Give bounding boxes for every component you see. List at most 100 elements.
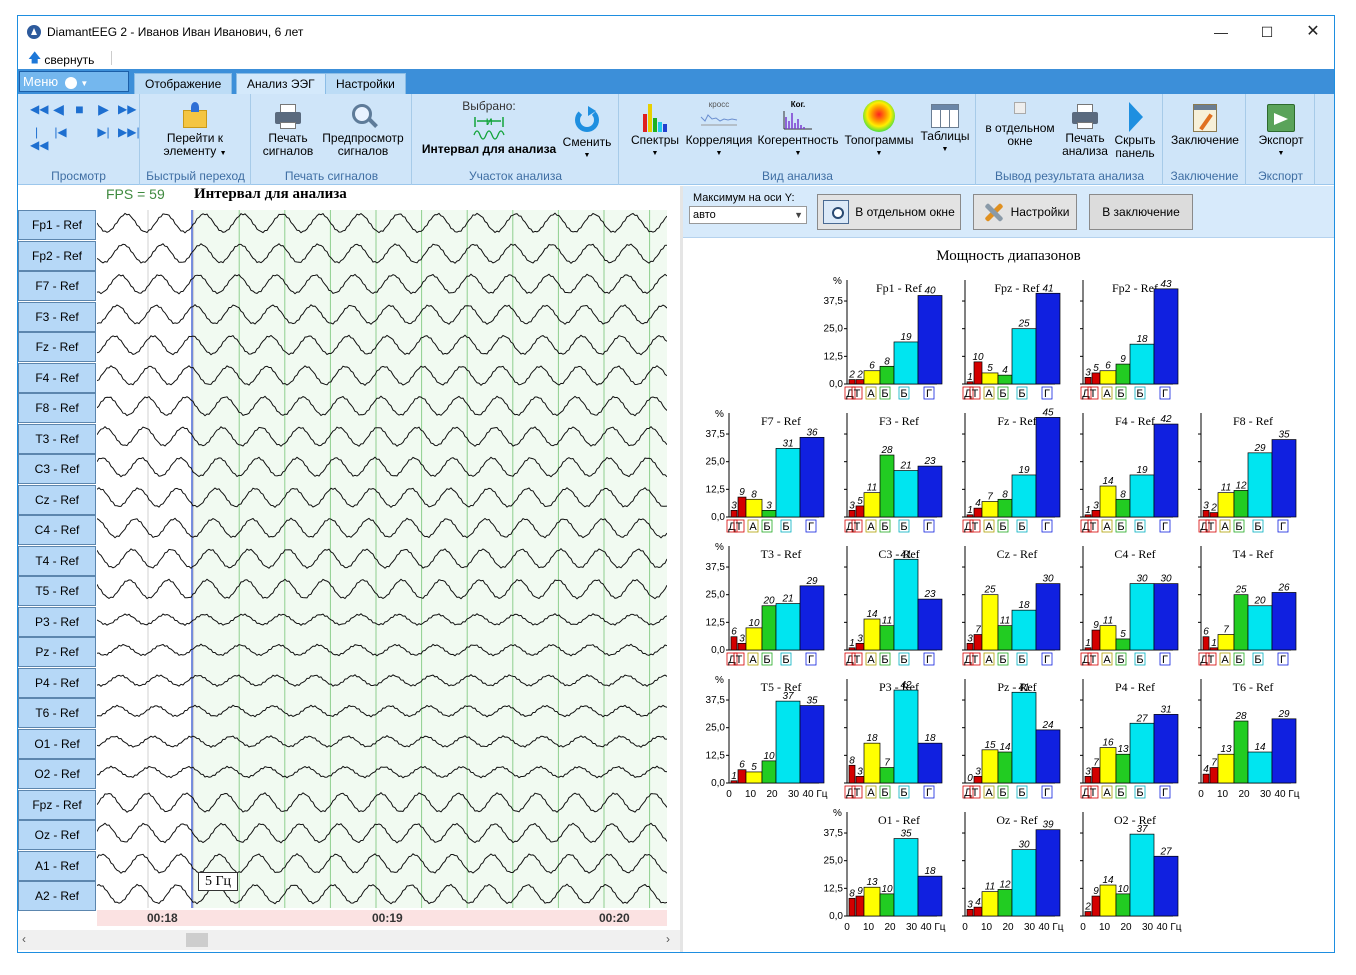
chevron-down-icon: ▼ [219, 150, 227, 157]
channel-label[interactable]: F7 - Ref [18, 271, 96, 301]
band-label: Б [881, 388, 888, 400]
band-label: Г [926, 521, 932, 533]
bar-value-label: 6 [1105, 361, 1111, 372]
group-jump: Перейти к элементу ▼ Быстрый переход [141, 94, 251, 185]
bar [893, 838, 919, 917]
bar-value-label: 6 [731, 627, 737, 638]
channel-label[interactable]: P4 - Ref [18, 667, 96, 698]
band-label: А [1103, 654, 1111, 666]
channel-label[interactable]: T3 - Ref [18, 423, 96, 454]
play-icon[interactable]: ▶ [97, 102, 110, 116]
channel-label[interactable]: F8 - Ref [18, 393, 96, 423]
bar-value-label: 8 [849, 755, 855, 766]
correlation-button[interactable]: кросс Корреляция ▼ [684, 100, 754, 160]
maximize-button[interactable]: ☐ [1244, 20, 1290, 44]
hide-panel-button[interactable]: Скрыть панель [1109, 102, 1161, 160]
print-preview-label-2: сигналов [337, 144, 389, 158]
tab-eeg-analysis[interactable]: Анализ ЭЭГ [236, 73, 326, 94]
band-label: А [867, 654, 875, 666]
bar [1129, 833, 1155, 917]
x-tick-label: 40 Гц [802, 789, 827, 800]
channel-label[interactable]: T5 - Ref [18, 576, 96, 606]
channel-label[interactable]: O1 - Ref [18, 728, 96, 759]
bar-value-label: 41 [1018, 682, 1029, 693]
tab-settings[interactable]: Настройки [325, 73, 406, 94]
print-signals-button[interactable]: Печать сигналов [258, 104, 318, 158]
channel-label[interactable]: A2 - Ref [18, 881, 96, 911]
bar [879, 893, 895, 917]
scroll-left-icon[interactable]: ‹ [22, 932, 26, 946]
channel-label[interactable]: C3 - Ref [18, 454, 96, 484]
tables-button[interactable]: Таблицы ▼ [916, 104, 974, 156]
chart-title: T4 - Ref [1233, 547, 1274, 561]
chart-title: Fpz - Ref [994, 281, 1039, 295]
horizontal-scrollbar[interactable]: ‹ › [18, 930, 680, 950]
band-label: А [985, 787, 993, 799]
chart-title: Fp1 - Ref [876, 281, 922, 295]
minimize-button[interactable]: — [1198, 20, 1244, 44]
channel-label[interactable]: T6 - Ref [18, 698, 96, 728]
close-button[interactable]: ✕ [1290, 20, 1334, 44]
band-label: Б [1018, 654, 1025, 666]
coherence-button[interactable]: Ког. Когерентность ▼ [756, 100, 840, 160]
menu-button[interactable]: Меню ▼ [19, 71, 129, 92]
scrollbar-thumb[interactable] [186, 933, 208, 947]
go-end-icon[interactable]: ▶▶| [118, 126, 140, 139]
change-segment-button[interactable]: Сменить ▼ [559, 106, 615, 162]
x-tick-label: 20 [1002, 922, 1014, 933]
bar [879, 767, 895, 784]
print-preview-button[interactable]: Предпросмотр сигналов [318, 104, 408, 158]
band-label: Б [1136, 388, 1143, 400]
separate-window-toggle[interactable]: в отдельном окне [981, 102, 1059, 148]
bar-value-label: 45 [1042, 407, 1054, 418]
stop-icon[interactable]: ■ [73, 102, 86, 116]
forward-fast-icon[interactable]: ▶▶ [118, 103, 136, 116]
channel-label[interactable]: T4 - Ref [18, 545, 96, 576]
channel-label[interactable]: P3 - Ref [18, 606, 96, 637]
correlation-icon-text: кросс [708, 100, 730, 109]
play-back-icon[interactable]: ◀ [52, 102, 65, 116]
bar-value-label: 30 [1136, 574, 1148, 585]
channel-label[interactable]: Fp1 - Ref [18, 210, 96, 240]
scroll-right-icon[interactable]: › [666, 932, 670, 946]
band-label: Т [1090, 521, 1097, 533]
y-unit-label: % [833, 276, 842, 287]
print-analysis-button[interactable]: Печать анализа [1061, 104, 1109, 158]
eeg-signal-area[interactable] [96, 186, 668, 908]
spectra-button[interactable]: Спектры ▼ [626, 102, 684, 160]
checkbox-icon[interactable] [1014, 102, 1026, 114]
channel-label[interactable]: F3 - Ref [18, 301, 96, 332]
hide-panel-label-2: панель [1115, 146, 1155, 160]
bar [737, 769, 747, 784]
conclusion-button[interactable]: Заключение [1166, 104, 1244, 147]
topograms-button[interactable]: Топограммы ▼ [842, 100, 916, 160]
go-start-icon[interactable]: |◀◀ [30, 126, 48, 152]
channel-label[interactable]: Fpz - Ref [18, 789, 96, 820]
bar [1233, 720, 1249, 784]
tab-display[interactable]: Отображение [134, 73, 233, 94]
collapse-button[interactable]: 🡅 свернуть [28, 49, 94, 71]
channel-label[interactable]: C4 - Ref [18, 515, 96, 545]
step-back-icon[interactable]: |◀ [54, 126, 67, 139]
ribbon: ◀◀ ◀ ■ ▶ ▶▶ |◀◀ |◀ ▶| ▶▶| Просмотр Перей… [18, 94, 1334, 185]
bar-value-label: 4 [1203, 764, 1209, 775]
bar-value-label: 3 [967, 633, 973, 644]
channel-label[interactable]: Pz - Ref [18, 637, 96, 667]
bar [799, 585, 825, 651]
group-view: ◀◀ ◀ ■ ▶ ▶▶ |◀◀ |◀ ▶| ▶▶| Просмотр [18, 94, 140, 185]
rewind-fast-icon[interactable]: ◀◀ [30, 103, 48, 116]
channel-label[interactable]: Oz - Ref [18, 820, 96, 850]
export-button[interactable]: Экспорт ▼ [1251, 104, 1311, 160]
channel-label[interactable]: A1 - Ref [18, 850, 96, 881]
channel-label[interactable]: Fz - Ref [18, 332, 96, 362]
channel-label[interactable]: Cz - Ref [18, 484, 96, 515]
separate-window-label-2: окне [1007, 134, 1033, 148]
step-forward-icon[interactable]: ▶| [97, 126, 110, 139]
channel-label[interactable]: F4 - Ref [18, 362, 96, 393]
band-label: А [749, 654, 757, 666]
y-tick-label: 37,5 [824, 296, 844, 307]
bar [1035, 417, 1061, 518]
channel-label[interactable]: Fp2 - Ref [18, 240, 96, 271]
channel-label[interactable]: O2 - Ref [18, 759, 96, 789]
goto-element-button[interactable]: Перейти к элементу ▼ [141, 102, 249, 160]
